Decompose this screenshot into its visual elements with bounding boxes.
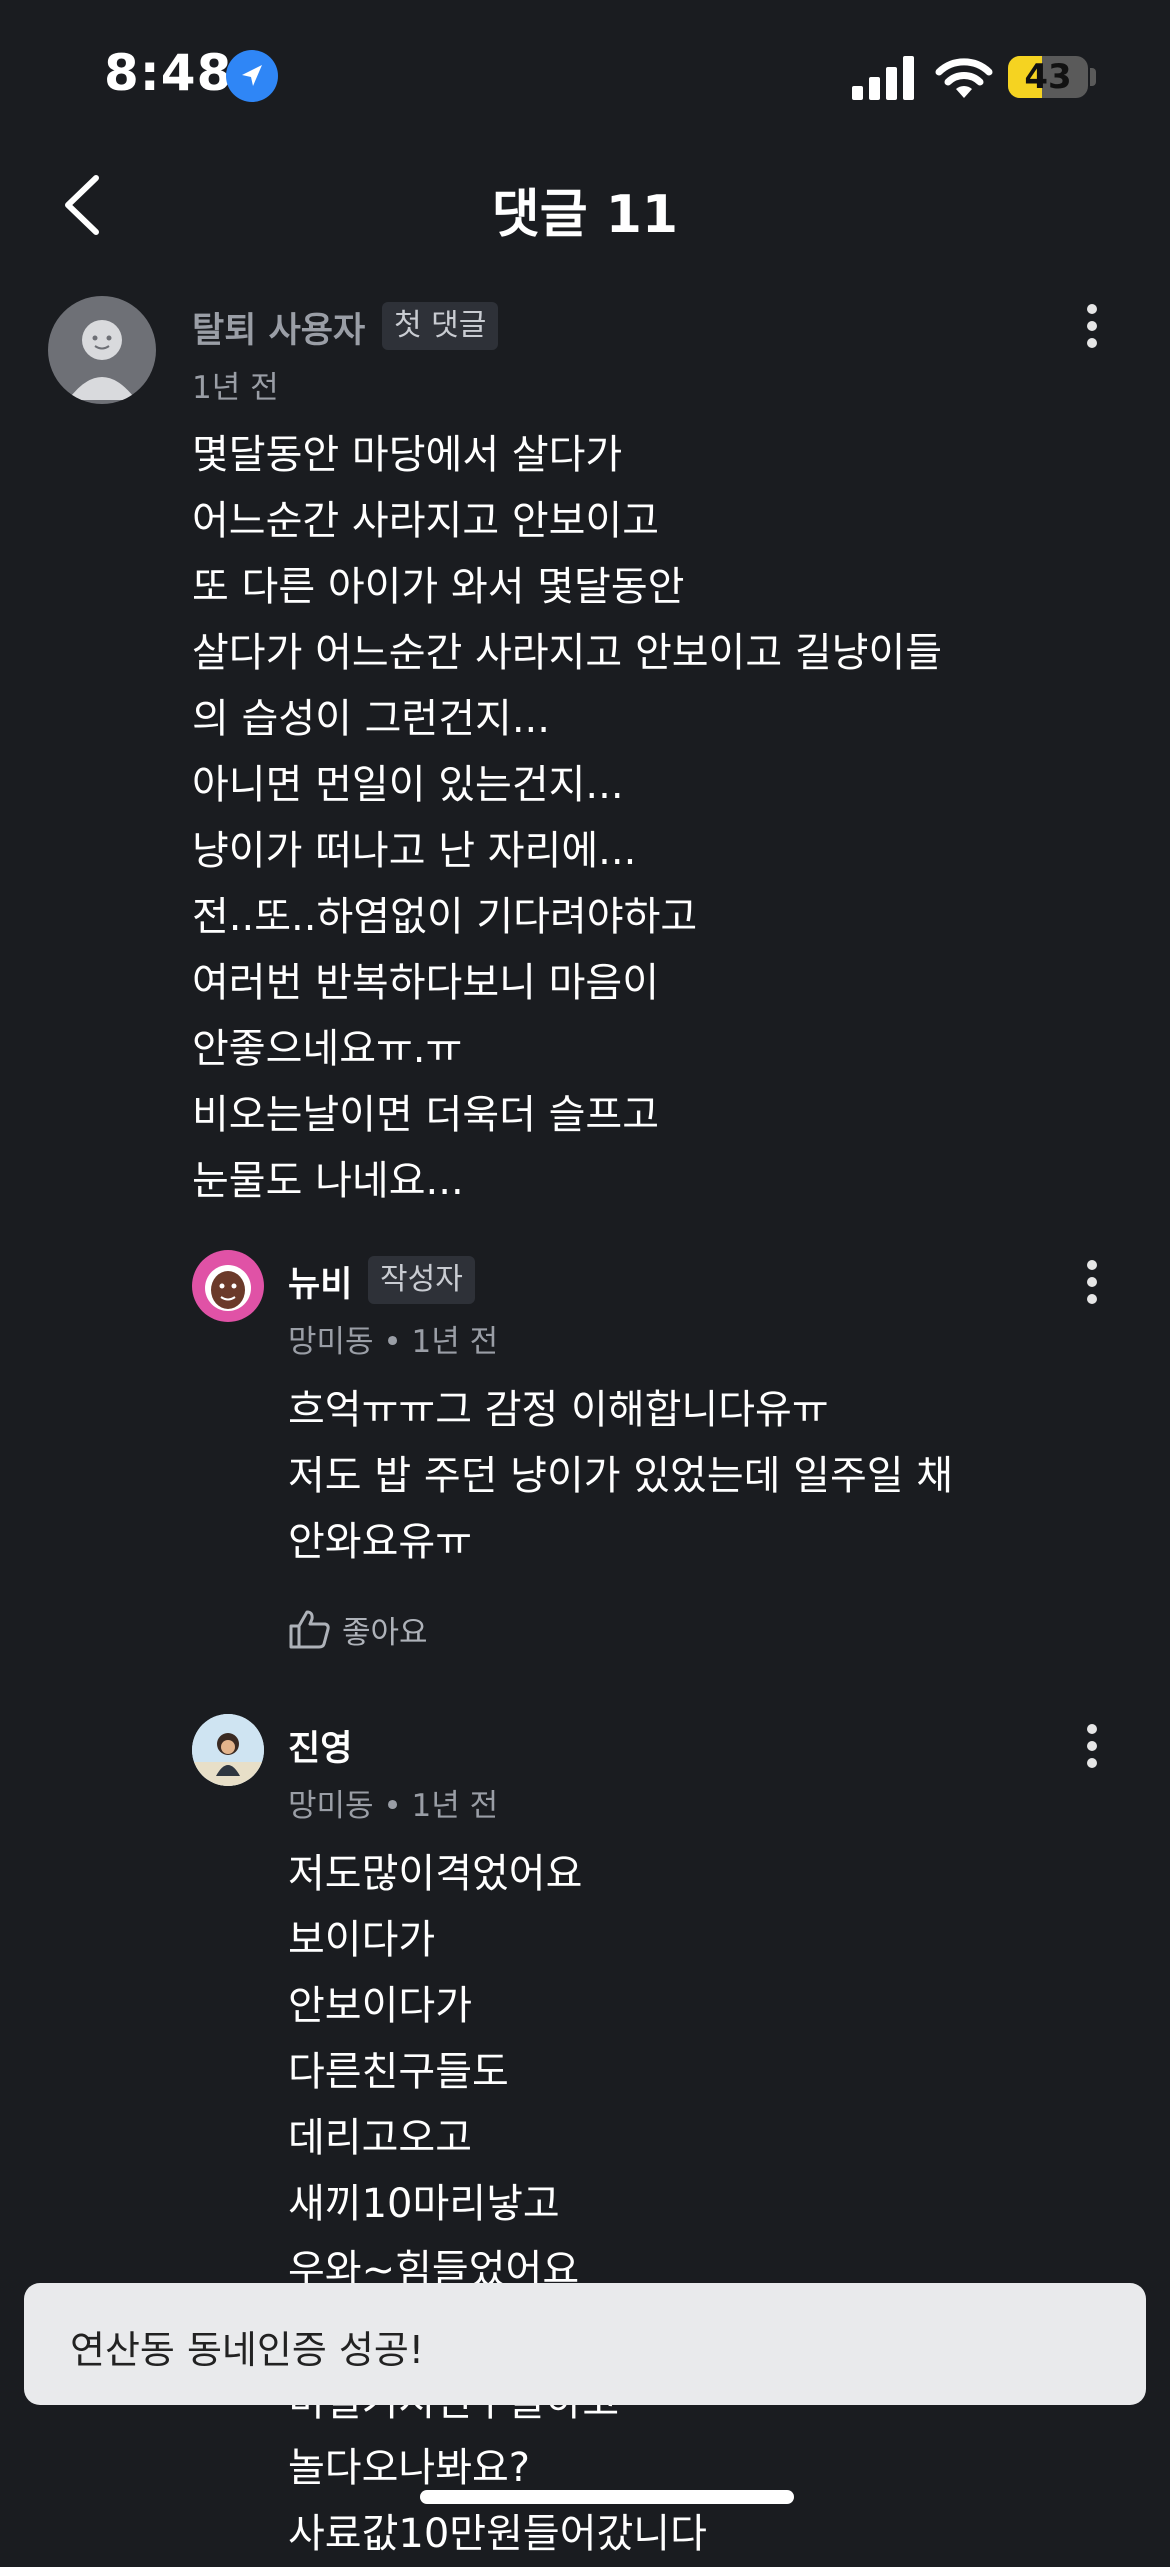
comment-author-name[interactable]: 뉴비 [288, 1256, 352, 1307]
comment-author-name[interactable]: 탈퇴 사용자 [192, 302, 365, 353]
like-button[interactable]: 좋아요 [288, 1604, 428, 1654]
comment-text: 저도많이격었어요 보이다가 안보이다가 다른친구들도 데리고오고 새끼10마리낳… [288, 1851, 707, 2557]
comment-text: 흐억ㅠㅠ그 감정 이해합니다유ㅠ 저도 밥 주던 냥이가 있었는데 일주일 채 … [288, 1387, 954, 1565]
user-avatar-image [194, 1252, 262, 1320]
comment-text: 몇달동안 마당에서 살다가 어느순간 사라지고 안보이고 또 다른 아이가 와서… [192, 432, 943, 1204]
first-comment-badge: 첫 댓글 [382, 302, 499, 350]
avatar[interactable] [192, 1250, 264, 1322]
avatar[interactable] [48, 296, 156, 404]
cellular-signal-icon [852, 56, 914, 100]
more-options-button[interactable] [1072, 1716, 1112, 1776]
author-badge: 작성자 [368, 1256, 475, 1304]
thumbs-up-icon [289, 1610, 330, 1649]
toast-message: 연산동 동네인증 성공! [70, 2328, 425, 2372]
comment-timestamp: 1년 전 [192, 370, 279, 406]
avatar[interactable] [192, 1714, 264, 1786]
comment-location-time: 망미동 • 1년 전 [288, 1324, 499, 1360]
battery-cap [1090, 68, 1096, 86]
more-options-button[interactable] [1072, 1252, 1112, 1312]
location-arrow-icon [226, 50, 278, 102]
like-label: 좋아요 [342, 1614, 428, 1651]
wifi-icon [935, 58, 993, 98]
home-indicator[interactable] [420, 2490, 794, 2504]
status-bar: 8:48 43 [0, 0, 1170, 150]
more-options-button[interactable] [1072, 296, 1112, 356]
status-time: 8:48 [104, 44, 233, 102]
default-profile-icon [68, 320, 136, 400]
comment-location-time: 망미동 • 1년 전 [288, 1788, 499, 1824]
battery-icon: 43 [1008, 56, 1088, 98]
battery-level-text: 43 [1024, 57, 1072, 97]
user-avatar-image [192, 1714, 264, 1786]
comment-author-name[interactable]: 진영 [288, 1720, 352, 1771]
page-title: 댓글 11 [491, 185, 679, 245]
toast-notification: 연산동 동네인증 성공! [24, 2283, 1146, 2405]
